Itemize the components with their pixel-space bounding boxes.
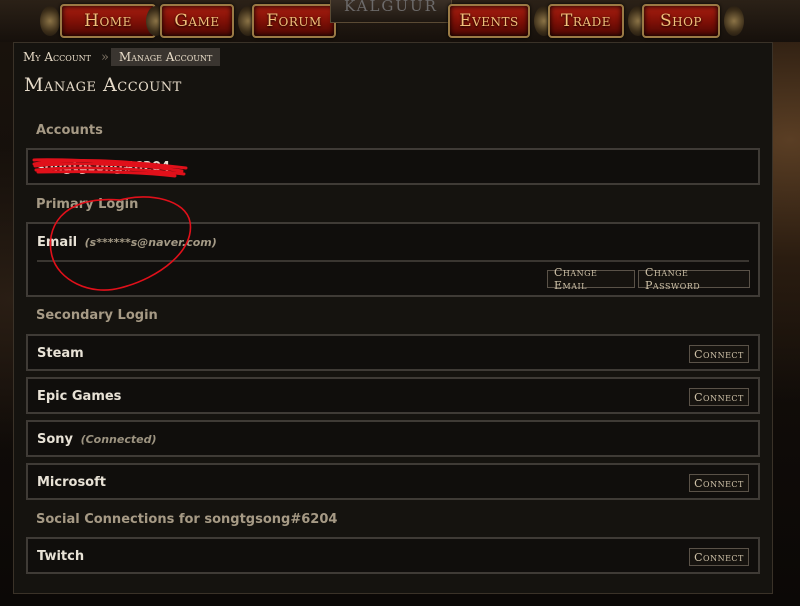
steam-label: Steam [37, 346, 84, 361]
nav-events-button[interactable]: Events [448, 4, 530, 38]
steam-login-row: Steam Connect [26, 334, 760, 371]
change-email-button[interactable]: Change Email [547, 266, 635, 292]
breadcrumb-manage-account: Manage Account [110, 48, 221, 66]
primary-login-section-label: Primary Login [36, 197, 139, 212]
nav-home-button[interactable]: Home [60, 4, 156, 38]
nav-shop-button[interactable]: Shop [642, 4, 720, 38]
change-password-button[interactable]: Change Password [638, 266, 750, 292]
account-name: songtgsong#6204 [37, 160, 171, 175]
nav-game-button[interactable]: Game [160, 4, 234, 38]
sony-label: Sony (Connected) [37, 432, 156, 447]
epic-games-label: Epic Games [37, 389, 122, 404]
sony-connected-status: (Connected) [80, 433, 157, 446]
email-label: Email (s******s@naver.com) [37, 235, 217, 250]
masked-email: (s******s@naver.com) [84, 236, 217, 249]
microsoft-label: Microsoft [37, 475, 106, 490]
twitch-connect-button[interactable]: Connect [689, 548, 749, 566]
nav-ornament-icon [40, 6, 60, 36]
epic-games-login-row: Epic Games Connect [26, 377, 760, 414]
epic-games-connect-button[interactable]: Connect [689, 388, 749, 406]
nav-ornament-icon [724, 6, 744, 36]
top-navigation: Home Game Forum KALGUUR Events Trade Sho… [0, 0, 800, 42]
social-connections-section-label: Social Connections for songtgsong#6204 [36, 512, 338, 527]
sony-login-row: Sony (Connected) [26, 420, 760, 457]
accounts-section-label: Accounts [36, 123, 103, 138]
email-label-text: Email [37, 235, 78, 250]
secondary-login-section-label: Secondary Login [36, 308, 158, 323]
game-logo-crest: KALGUUR [330, 0, 452, 23]
twitch-connection-row: Twitch Connect [26, 537, 760, 574]
steam-connect-button[interactable]: Connect [689, 345, 749, 363]
primary-login-box: Email (s******s@naver.com) Change Email … [26, 222, 760, 297]
nav-forum-button[interactable]: Forum [252, 4, 336, 38]
page-title: Manage Account [24, 74, 182, 96]
breadcrumb-separator: » [100, 49, 109, 65]
nav-trade-button[interactable]: Trade [548, 4, 624, 38]
microsoft-login-row: Microsoft Connect [26, 463, 760, 500]
primary-login-divider [37, 260, 749, 262]
breadcrumb-my-account[interactable]: My Account [15, 48, 99, 66]
twitch-label: Twitch [37, 549, 85, 564]
breadcrumb: My Account » Manage Account [15, 46, 221, 68]
microsoft-connect-button[interactable]: Connect [689, 474, 749, 492]
sony-label-text: Sony [37, 432, 74, 447]
account-name-box: songtgsong#6204 [26, 148, 760, 185]
